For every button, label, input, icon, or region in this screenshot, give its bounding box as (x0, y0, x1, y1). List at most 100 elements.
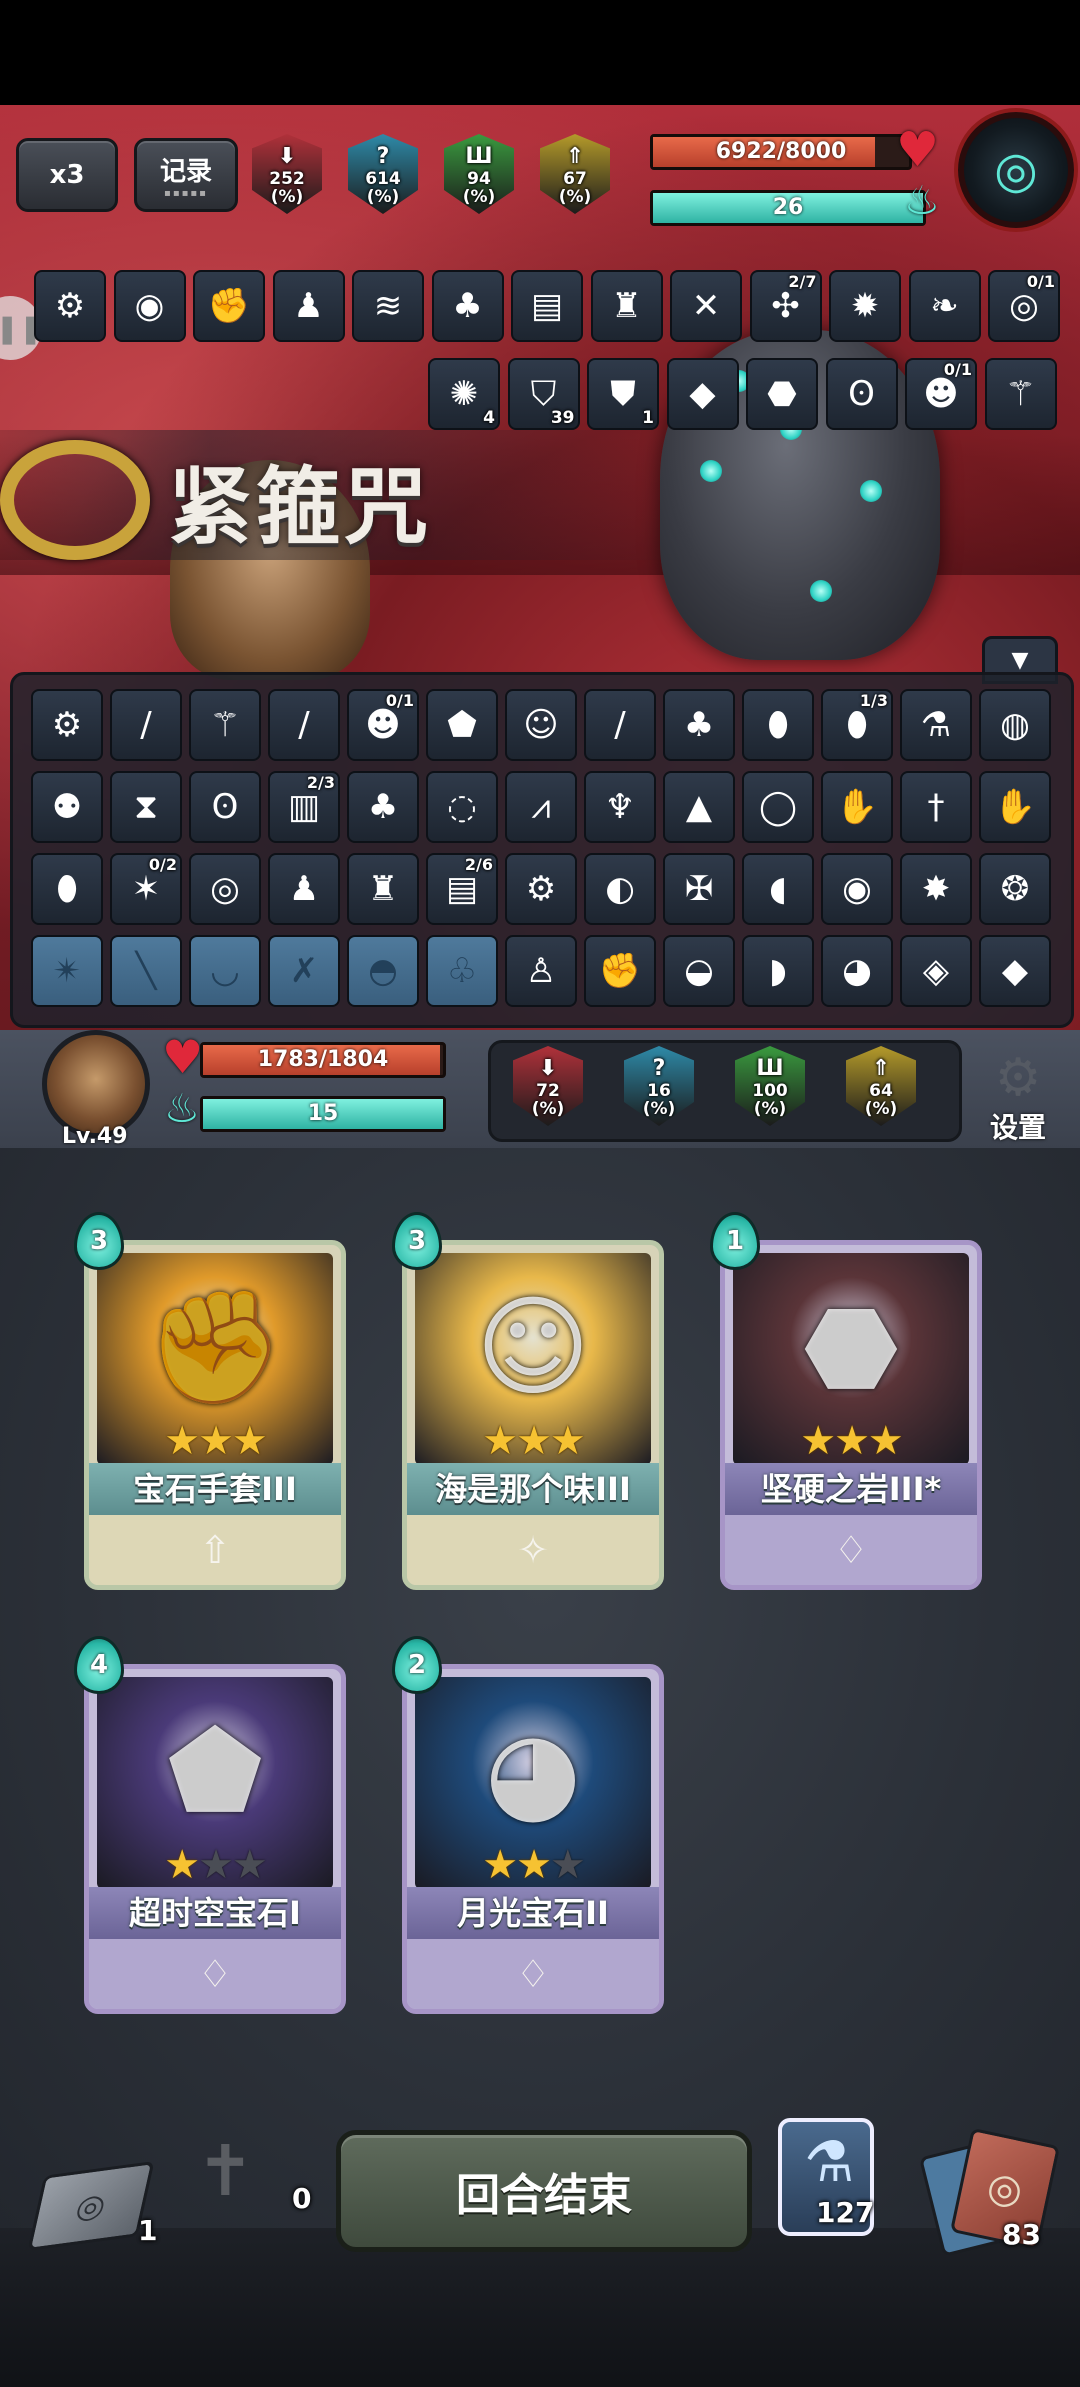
card-name: 月光宝石II (407, 1887, 659, 1939)
bone-icon[interactable]: ⚚ (984, 358, 1057, 430)
scroll-bundle-icon[interactable]: ≋ (352, 270, 424, 342)
crystal-cluster-icon[interactable]: ◆ (979, 935, 1051, 1007)
grabber-icon[interactable]: ✠ (663, 853, 735, 925)
claw-slot-icon[interactable]: ✴ (31, 935, 103, 1007)
blue-staff-icon[interactable]: / (268, 689, 340, 761)
paw-ring-icon[interactable]: ◎ 0/1 (988, 270, 1060, 342)
compass-icon[interactable]: ✣ 2/7 (749, 270, 822, 342)
staff-slot-icon[interactable]: ╲ (110, 935, 182, 1007)
ice-cream-icon[interactable]: ♣ (347, 771, 419, 843)
settings-button[interactable]: ⚙ 设置 (978, 1050, 1058, 1146)
egg-icon[interactable]: ⬮ (742, 689, 814, 761)
red-creature-icon[interactable]: ♜ (347, 853, 419, 925)
card[interactable]: ◕ ★★★ 月光宝石II ♢ (402, 1664, 664, 2014)
target-card-icon[interactable]: ◈ (900, 935, 972, 1007)
claw-gear-icon[interactable]: ⚙ (34, 270, 106, 342)
card[interactable]: ⬟ ★★★ 超时空宝石I ♢ (84, 1664, 346, 2014)
shield-disc-icon[interactable]: ◉ (113, 270, 186, 342)
speed-button[interactable]: x3 (16, 138, 118, 212)
deck-button[interactable]: ◎ 83 (918, 2127, 1061, 2257)
spiked-helm-icon[interactable]: ✹ (829, 270, 901, 342)
book-icon[interactable]: ▤ (511, 270, 583, 342)
shield-disc-icon[interactable]: ◉ (821, 853, 893, 925)
potion-button[interactable]: ⚗ 127 (778, 2118, 874, 2236)
spirit-icon[interactable]: ✺ 4 (428, 358, 500, 430)
portal-icon[interactable]: ◐ (584, 853, 656, 925)
red-book-icon[interactable]: ▤ 2/6 (426, 853, 498, 925)
relic-name: 紧箍咒 (168, 457, 433, 556)
purple-crystal-icon[interactable]: ◆ (666, 358, 739, 430)
owl-icon[interactable]: ʘ (825, 358, 898, 430)
wave-orb-icon-glyph: ◌ (447, 787, 477, 827)
doll-icon[interactable]: ♟ (268, 853, 340, 925)
end-turn-button[interactable]: 回合结束 (336, 2130, 752, 2252)
sock-icon[interactable]: ◖ (742, 853, 814, 925)
spiral-shell-icon[interactable]: ◎ (189, 853, 261, 925)
golden-staff-icon[interactable]: / (110, 689, 182, 761)
gauntlet-icon[interactable]: ✊ (193, 270, 265, 342)
green-face-icon[interactable]: ☺ (505, 689, 577, 761)
blue-glove-icon[interactable]: ✋ (821, 771, 893, 843)
figurine-icon[interactable]: ♙ (505, 935, 577, 1007)
green-egg-icon[interactable]: ⬮ (31, 853, 103, 925)
player-avatar[interactable] (42, 1030, 150, 1138)
green-gem-icon[interactable]: ⬟ (426, 689, 498, 761)
helmet-slot-icon[interactable]: ◓ (347, 935, 419, 1007)
gear-claw-icon[interactable]: ⚙ (31, 689, 103, 761)
red-egg-icon-glyph: ⬮ (846, 705, 868, 745)
spike-trap-icon[interactable]: ⩘ (505, 771, 577, 843)
monkey-icon[interactable]: ☻ 0/1 (347, 689, 419, 761)
meat-icon[interactable]: ◒ (663, 935, 735, 1007)
blue-shield-icon[interactable]: ⛉ 39 (507, 358, 580, 430)
draw-pile-button[interactable]: ◎ 1 (27, 2160, 157, 2252)
card[interactable]: ✊ ★★★ 宝石手套III ⇧ (84, 1240, 346, 1590)
dagger-icon[interactable]: † (900, 771, 972, 843)
fire-claw-icon[interactable]: ✸ (900, 853, 972, 925)
record-button[interactable]: 记录 ▪▪▪▪▪ (134, 138, 238, 212)
red-glove-icon[interactable]: ✋ (979, 771, 1051, 843)
claw-gear-icon[interactable]: ⚙ (505, 853, 577, 925)
card-name: 超时空宝石I (89, 1887, 341, 1939)
mask-icon[interactable]: ♆ (584, 771, 656, 843)
star-icon: ★ (482, 1842, 518, 1888)
ring-icon[interactable]: ◯ (742, 771, 814, 843)
card[interactable]: ☺ ★★★ 海是那个味III ✧ (402, 1240, 664, 1590)
leg-icon[interactable]: ◗ (742, 935, 814, 1007)
dagger-icon-glyph: † (927, 787, 945, 827)
potion-icon[interactable]: ⚗ (900, 689, 972, 761)
green-shell-icon[interactable]: ❂ (979, 853, 1051, 925)
crystal-ball-icon[interactable]: ◍ (979, 689, 1051, 761)
grenade-icon[interactable]: ◕ (821, 935, 893, 1007)
red-creature-icon[interactable]: ♜ (590, 270, 663, 342)
bowl-slot-icon[interactable]: ◡ (189, 935, 261, 1007)
monkey-icon[interactable]: ☻ 0/1 (905, 358, 977, 430)
card[interactable]: ⬣ ★★★ 坚硬之岩III* ♢ (720, 1240, 982, 1590)
enemy-portrait[interactable]: ◎ (958, 112, 1074, 228)
armor-shield-icon[interactable]: ⛊ 1 (587, 358, 659, 430)
bone-icon[interactable]: ⚚ (189, 689, 261, 761)
card-name: 宝石手套III (89, 1463, 341, 1515)
green-flask-icon[interactable]: ♣ (663, 689, 735, 761)
claw-icon[interactable]: ✶ 0/2 (110, 853, 182, 925)
red-rock-icon[interactable]: ⬣ (746, 358, 818, 430)
gauntlet-icon[interactable]: ✊ (584, 935, 656, 1007)
card-stars: ★★★ (407, 1845, 659, 1885)
hat-icon[interactable]: ▲ (663, 771, 735, 843)
robot-icon[interactable]: ⚉ (31, 771, 103, 843)
doll-icon[interactable]: ♟ (272, 270, 345, 342)
stat-symbol-icon: ⬇ (277, 144, 297, 169)
ice-cream-icon[interactable]: ♣ (431, 270, 504, 342)
guns-slot-icon[interactable]: ✗ (268, 935, 340, 1007)
wave-orb-icon[interactable]: ◌ (426, 771, 498, 843)
red-egg-icon[interactable]: ⬮ 1/3 (821, 689, 893, 761)
crossbow-icon[interactable]: ✕ (670, 270, 742, 342)
tree-slot-icon[interactable]: ♧ (426, 935, 498, 1007)
charge-counter: 2/3 (306, 773, 335, 792)
feather-icon[interactable]: ❧ (908, 270, 981, 342)
grave-pile-button[interactable]: ✝ 0 (196, 2130, 316, 2230)
red-staff-icon[interactable]: / (584, 689, 656, 761)
owl-icon[interactable]: ʘ (189, 771, 261, 843)
hourglass-icon[interactable]: ⧗ (110, 771, 182, 843)
star-icon: ★ (867, 1418, 904, 1464)
spellbook-icon[interactable]: ▥ 2/3 (268, 771, 340, 843)
